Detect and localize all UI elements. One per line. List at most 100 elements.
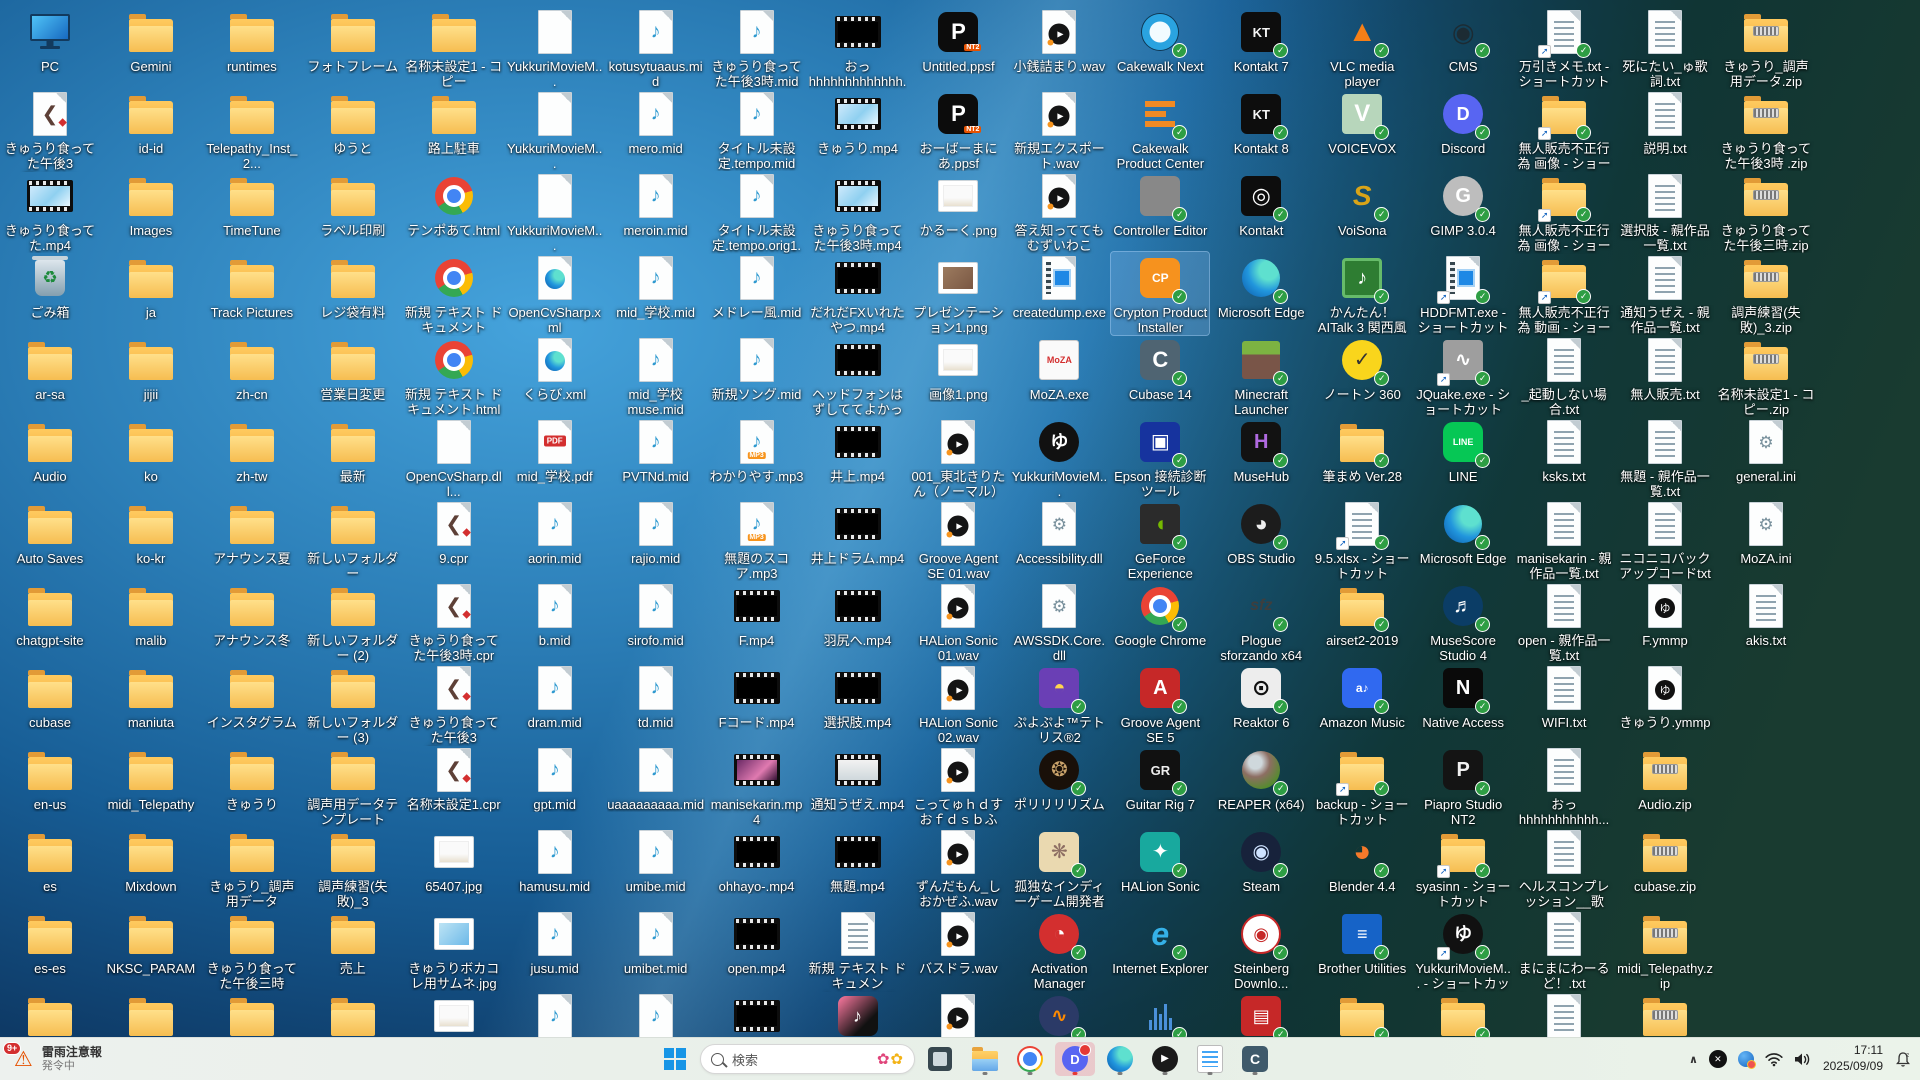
desktop-icon[interactable]: ♻ごみ箱: [1, 252, 99, 320]
desktop-icon[interactable]: ♪umibet.mid: [607, 908, 705, 976]
desktop-icon[interactable]: ❮9.cpr: [405, 498, 503, 566]
desktop-icon[interactable]: ♪メドレー風.mid: [708, 252, 806, 320]
desktop-icon[interactable]: 名称未設定1 - コピー.zip: [1717, 334, 1815, 417]
desktop-icon[interactable]: ◉✓Steam: [1212, 826, 1310, 894]
desktop-icon[interactable]: cubase.zip: [1616, 826, 1714, 894]
desktop-icon[interactable]: malib: [102, 580, 200, 648]
desktop-icon[interactable]: P✓Piapro Studio NT2: [1414, 744, 1512, 827]
desktop-icon[interactable]: ✓Minecraft Launcher: [1212, 334, 1310, 417]
taskbar-media-player[interactable]: ▶: [1145, 1042, 1185, 1076]
desktop-icon[interactable]: 無題 - 親作品一覧.txt: [1616, 416, 1714, 499]
desktop-icon[interactable]: ♪PVTNd.mid: [607, 416, 705, 484]
desktop-icon[interactable]: zh-tw: [203, 416, 301, 484]
desktop-icon[interactable]: ♪sirofo.mid: [607, 580, 705, 648]
desktop-icon[interactable]: 調声練習(失敗)_3: [304, 826, 402, 909]
tray-x-app-icon[interactable]: ✕: [1709, 1050, 1727, 1068]
desktop-icon[interactable]: _起動しない場合.txt: [1515, 334, 1613, 417]
desktop-icon[interactable]: ✓Microsoft Edge: [1212, 252, 1310, 320]
desktop-icon[interactable]: ♪hamusu.mid: [506, 826, 604, 894]
desktop-icon[interactable]: ✓➚万引きメモ.txt - ショートカット: [1515, 6, 1613, 89]
desktop-icon[interactable]: ❮名称未設定1.cpr: [405, 744, 503, 812]
desktop-icon[interactable]: 路上駐車: [405, 88, 503, 156]
desktop-icon[interactable]: きゅうり: [203, 744, 301, 812]
desktop-icon[interactable]: インスタグラム: [203, 662, 301, 730]
desktop-icon[interactable]: ♪uaaaaaaaaa.mid: [607, 744, 705, 812]
desktop-icon[interactable]: ≡✓Brother Utilities: [1313, 908, 1411, 976]
desktop-icon[interactable]: ゆYukkuriMovieM...: [1010, 416, 1108, 499]
desktop-icon[interactable]: 死にたい_ゅ歌詞.txt: [1616, 6, 1714, 89]
desktop-icon[interactable]: ゆうと: [304, 88, 402, 156]
taskbar-file-explorer[interactable]: [965, 1042, 1005, 1076]
desktop-icon[interactable]: ▲✓VLC media player: [1313, 6, 1411, 89]
desktop-icon[interactable]: ohhayo-.mp4: [708, 826, 806, 894]
desktop-icon[interactable]: PDFmid_学校.pdf: [506, 416, 604, 484]
desktop-icon[interactable]: ♪新規ソング.mid: [708, 334, 806, 402]
desktop-icon[interactable]: ❮きゅうり食ってた午後3時-01.cpr: [1, 88, 99, 172]
desktop-icon[interactable]: manisekarin.mp4: [708, 744, 806, 827]
desktop-icon[interactable]: Mixdown: [102, 826, 200, 894]
desktop-icon[interactable]: ♬✓MuseScore Studio 4: [1414, 580, 1512, 663]
desktop-icon[interactable]: ヘルスコンプレッション__歌詞.txt: [1515, 826, 1613, 910]
desktop-icon[interactable]: ♪gpt.mid: [506, 744, 604, 812]
desktop-icon[interactable]: 65407.jpg: [405, 826, 503, 894]
desktop-icon[interactable]: 選択肢.mp4: [809, 662, 907, 730]
desktop-icon[interactable]: ♪rajio.mid: [607, 498, 705, 566]
desktop-icon[interactable]: 新しいフォルダー: [304, 498, 402, 581]
taskbar-chrome[interactable]: [1010, 1042, 1050, 1076]
desktop-icon[interactable]: ✓➚無人販売不正行為 動画 - ショートカット: [1515, 252, 1613, 336]
desktop-icon[interactable]: ▣✓Epson 接続診断ツール: [1111, 416, 1209, 499]
taskbar-discord[interactable]: D: [1055, 1042, 1095, 1076]
desktop-icon[interactable]: ♪aorin.mid: [506, 498, 604, 566]
taskbar-clock[interactable]: 17:11 2025/09/09: [1823, 1043, 1883, 1074]
desktop-icon[interactable]: 売上: [304, 908, 402, 976]
desktop-icon[interactable]: ◕✓OBS Studio: [1212, 498, 1310, 566]
desktop-icon[interactable]: きゅうり食ってた午後三時.zip: [1717, 170, 1815, 253]
desktop-icon[interactable]: ◎✓Kontakt: [1212, 170, 1310, 238]
desktop-icon[interactable]: ❋✓孤独なインディーゲーム開発者の一生 ...: [1010, 826, 1108, 910]
desktop-icon[interactable]: ❂✓ポリリリリズム: [1010, 744, 1108, 812]
desktop-icon[interactable]: ⚙Accessibility.dll: [1010, 498, 1108, 566]
weather-widget[interactable]: ⚠9+ 雷雨注意報 発令中: [6, 1038, 110, 1080]
desktop-icon[interactable]: Audio.zip: [1616, 744, 1714, 812]
desktop-icon[interactable]: es: [1, 826, 99, 894]
desktop-icon[interactable]: Fコード.mp4: [708, 662, 806, 730]
desktop-icon[interactable]: 井上ドラム.mp4: [809, 498, 907, 566]
desktop-icon[interactable]: ♪umibe.mid: [607, 826, 705, 894]
desktop-icon[interactable]: Gemini: [102, 6, 200, 74]
desktop-icon[interactable]: a♪✓Amazon Music: [1313, 662, 1411, 730]
desktop-icon[interactable]: ♪MP3無題のスコア.mp3: [708, 498, 806, 581]
desktop-icon[interactable]: アナウンス冬: [203, 580, 301, 648]
desktop-icon[interactable]: ar-sa: [1, 334, 99, 402]
taskbar-notes[interactable]: [1190, 1042, 1230, 1076]
desktop-icon[interactable]: createdump.exe: [1010, 252, 1108, 320]
desktop-icon[interactable]: V✓VOICEVOX: [1313, 88, 1411, 156]
desktop-icon[interactable]: 新しいフォルダー (3): [304, 662, 402, 745]
desktop-icon[interactable]: 選択肢 - 親作品一覧.txt: [1616, 170, 1714, 253]
desktop-icon[interactable]: ❮きゅうり食ってた午後3時-02.cpr: [405, 662, 503, 746]
desktop-icon[interactable]: ♪きゅうり食ってた午後3時.mid: [708, 6, 806, 89]
desktop-icon[interactable]: 調声用データテンプレート: [304, 744, 402, 827]
tray-overflow-chevron-icon[interactable]: ∧: [1689, 1053, 1698, 1066]
desktop-icon[interactable]: ✓筆まめ Ver.28: [1313, 416, 1411, 484]
desktop-icon[interactable]: だれだFXいれたやつ.mp4: [809, 252, 907, 335]
desktop-icon[interactable]: ▶こってゅｈｄすおｆｄｓｂふぁ.wav: [909, 744, 1007, 828]
desktop-icon[interactable]: ♪mero.mid: [607, 88, 705, 156]
desktop-icon[interactable]: OpenCvSharp.xml: [506, 252, 604, 335]
desktop-icon[interactable]: midi_Telepathy.zip: [1616, 908, 1714, 991]
desktop-icon[interactable]: ✓➚無人販売不正行為 画像 - ショートカット: [1515, 170, 1613, 254]
desktop-icon[interactable]: まにまにわーるど！.txt: [1515, 908, 1613, 991]
desktop-icon[interactable]: G✓GIMP 3.0.4: [1414, 170, 1512, 238]
desktop-icon[interactable]: ✦✓HALion Sonic: [1111, 826, 1209, 894]
desktop-icon[interactable]: 通知うぜえ - 親作品一覧.txt: [1616, 252, 1714, 335]
desktop-icon[interactable]: くらび.xml: [506, 334, 604, 402]
desktop-icon[interactable]: OpenCvSharp.dll...: [405, 416, 503, 499]
desktop-icon[interactable]: ⚙MoZA.ini: [1717, 498, 1815, 566]
desktop-icon[interactable]: ⊙✓Reaktor 6: [1212, 662, 1310, 730]
desktop-icon[interactable]: ラベル印刷: [304, 170, 402, 238]
desktop-icon[interactable]: ♪jusu.mid: [506, 908, 604, 976]
desktop-icon[interactable]: Track Pictures: [203, 252, 301, 320]
desktop-icon[interactable]: ∿✓➚JQuake.exe - ショートカット: [1414, 334, 1512, 417]
desktop-icon[interactable]: PNT2おーばーまにあ.ppsf: [909, 88, 1007, 171]
desktop-icon[interactable]: [1616, 990, 1714, 1043]
desktop-icon[interactable]: [102, 990, 200, 1043]
